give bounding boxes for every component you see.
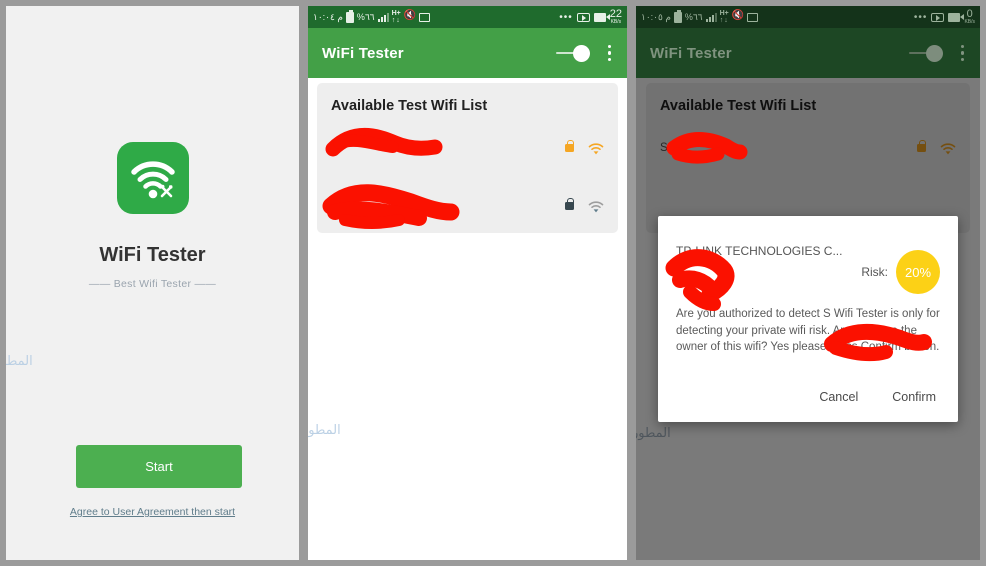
start-button[interactable]: Start — [76, 445, 242, 488]
wifi-list-item[interactable] — [331, 198, 604, 213]
cast-icon — [419, 12, 431, 22]
cancel-button[interactable]: Cancel — [819, 390, 858, 404]
app-bar-title: WiFi Tester — [322, 44, 404, 62]
watermark: المطور — [6, 354, 33, 369]
toggle-knob — [925, 44, 943, 62]
battery-percent: %٦٦ — [684, 11, 703, 22]
app-bar-actions — [555, 43, 614, 64]
wifi-row-icons — [565, 198, 604, 213]
risk-label: Risk: — [861, 265, 888, 279]
signal-bars-icon — [705, 12, 717, 22]
risk-confirmation-dialog: TP-LINK TECHNOLOGIES C... Risk: 20% Are … — [658, 216, 958, 423]
risk-dialog-panel: م ١٠:٠٥ %٦٦ H+ ↑↓ 🔇 ••• 0 KB/s WiFi Teste… — [636, 6, 980, 560]
video-play-icon — [931, 12, 945, 22]
camcorder-icon — [593, 12, 610, 22]
dialog-body: Available Test Wifi List S — [636, 78, 980, 560]
signal-bars-icon — [377, 12, 389, 22]
network-speed: 0 KB/s — [964, 9, 975, 25]
battery-percent: %٦٦ — [356, 11, 375, 22]
wifi-list-item[interactable]: S — [331, 140, 604, 155]
confirm-button[interactable]: Confirm — [892, 390, 936, 404]
user-agreement-link[interactable]: Agree to User Agreement then start — [6, 506, 299, 518]
overflow-dots-icon: ••• — [913, 11, 928, 23]
status-time: م ١٠:٠٤ — [313, 11, 343, 22]
status-bar: م ١٠:٠٤ %٦٦ H+ ↑↓ 🔇 ••• 22 KB/s — [308, 6, 627, 28]
wifi-tools-icon — [116, 142, 189, 214]
app-title: WiFi Tester — [99, 244, 206, 266]
risk-indicator: Risk: 20% — [861, 250, 940, 294]
wifi-signal-icon — [588, 142, 604, 155]
wifi-ssid: S — [331, 142, 339, 154]
camcorder-icon — [948, 12, 965, 22]
mute-icon: 🔇 — [403, 10, 417, 21]
status-bar-right: ••• 22 KB/s — [559, 9, 622, 25]
network-speed-unit: KB/s — [610, 19, 622, 25]
dialog-actions: Cancel Confirm — [676, 390, 940, 414]
watermark: المطور — [308, 423, 341, 438]
battery-icon — [673, 9, 682, 23]
dialog-header: TP-LINK TECHNOLOGIES C... Risk: 20% — [676, 244, 940, 302]
wifi-toggle-switch[interactable] — [908, 44, 943, 62]
cast-icon — [747, 12, 759, 22]
available-wifi-card: Available Test Wifi List S — [317, 83, 618, 233]
network-speed: 22 KB/s — [610, 9, 622, 25]
hplus-icon: H+ ↑↓ — [719, 10, 729, 24]
video-play-icon — [576, 12, 590, 22]
lock-icon — [565, 198, 574, 210]
hplus-icon: H+ ↑↓ — [391, 10, 401, 24]
status-time: م ١٠:٠٥ — [641, 11, 671, 22]
splash-panel: WiFi Tester —— Best Wifi Tester —— Start… — [6, 6, 299, 560]
risk-badge: 20% — [896, 250, 940, 294]
wifi-row-icons — [565, 140, 604, 155]
app-bar: WiFi Tester — [308, 28, 627, 78]
app-bar-title: WiFi Tester — [650, 44, 732, 62]
toggle-knob — [572, 44, 590, 62]
splash-body: WiFi Tester —— Best Wifi Tester —— Start… — [6, 6, 299, 560]
wifi-signal-icon — [588, 200, 604, 213]
status-bar-right: ••• 0 KB/s — [914, 9, 975, 25]
kebab-menu-icon[interactable] — [959, 43, 967, 64]
network-speed-unit: KB/s — [964, 19, 975, 25]
battery-icon — [345, 9, 354, 23]
wifi-list-panel: م ١٠:٠٤ %٦٦ H+ ↑↓ 🔇 ••• 22 KB/s WiFi Test… — [308, 6, 627, 560]
app-bar: WiFi Tester — [636, 28, 980, 78]
screenshot-stage: WiFi Tester —— Best Wifi Tester —— Start… — [0, 0, 986, 566]
dialog-message: Are you authorized to detect S Wifi Test… — [676, 308, 940, 354]
wifi-toggle-switch[interactable] — [555, 44, 590, 62]
status-bar: م ١٠:٠٥ %٦٦ H+ ↑↓ 🔇 ••• 0 KB/s — [636, 6, 980, 28]
app-bar-actions — [908, 43, 967, 64]
mute-icon: 🔇 — [731, 10, 745, 21]
kebab-menu-icon[interactable] — [606, 43, 614, 64]
app-tagline: —— Best Wifi Tester —— — [88, 278, 217, 290]
status-bar-left: م ١٠:٠٥ %٦٦ H+ ↑↓ 🔇 — [641, 9, 759, 24]
status-bar-left: م ١٠:٠٤ %٦٦ H+ ↑↓ 🔇 — [313, 9, 431, 24]
card-title: Available Test Wifi List — [331, 98, 488, 114]
lock-icon — [565, 140, 574, 152]
wifi-list-body: Available Test Wifi List S المطو — [308, 78, 627, 560]
overflow-dots-icon: ••• — [559, 11, 573, 23]
